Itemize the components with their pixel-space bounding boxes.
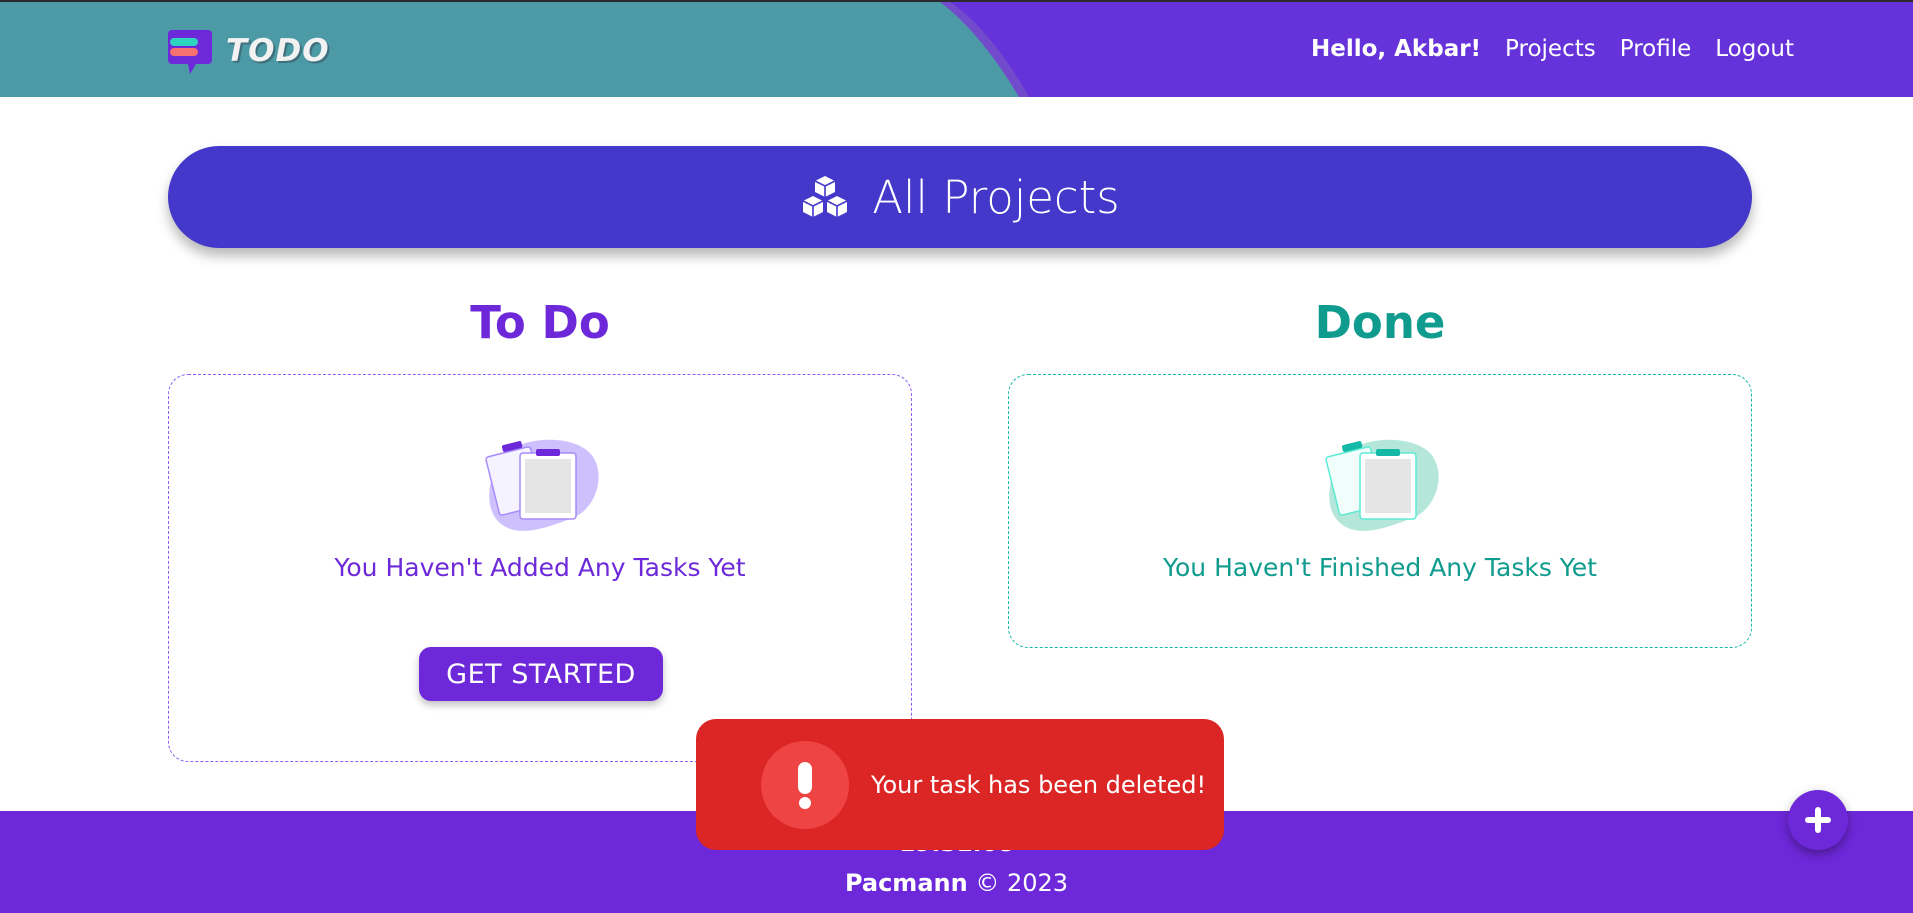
- page-title: All Projects: [872, 170, 1120, 224]
- all-projects-header: All Projects: [168, 146, 1752, 248]
- done-column-title: Done: [1314, 296, 1446, 349]
- clipboard-illustration-icon: [485, 439, 599, 531]
- nav-link-profile[interactable]: Profile: [1620, 36, 1692, 62]
- todo-column-title: To Do: [470, 296, 610, 349]
- done-card: You Haven't Finished Any Tasks Yet: [1008, 374, 1752, 648]
- clipboard-illustration-icon: [1325, 439, 1439, 531]
- footer-copyright-text: © 2023: [975, 869, 1069, 897]
- todo-card: You Haven't Added Any Tasks Yet GET STAR…: [168, 374, 912, 762]
- nav-link-logout[interactable]: Logout: [1715, 36, 1794, 62]
- toast-notification[interactable]: Your task has been deleted!: [696, 719, 1224, 850]
- todo-empty-message: You Haven't Added Any Tasks Yet: [334, 553, 746, 582]
- brand-logo[interactable]: TODO: [168, 26, 330, 76]
- get-started-button[interactable]: GET STARTED: [419, 647, 663, 701]
- footer-company: Pacmann: [844, 869, 968, 897]
- nav-link-projects[interactable]: Projects: [1505, 36, 1596, 62]
- nav-links: Hello, Akbar! Projects Profile Logout: [1311, 36, 1794, 62]
- plus-icon: [1805, 807, 1831, 833]
- brand-text: TODO: [226, 33, 330, 69]
- chat-logo-icon: [168, 30, 212, 74]
- done-empty-message: You Haven't Finished Any Tasks Yet: [1163, 553, 1597, 582]
- exclamation-icon: [761, 740, 849, 829]
- navbar: TODO Hello, Akbar! Projects Profile Logo…: [0, 0, 1913, 97]
- greeting-text: Hello, Akbar!: [1310, 36, 1482, 62]
- cubes-icon: [802, 176, 848, 217]
- add-project-button[interactable]: [1788, 790, 1848, 850]
- toast-message: Your task has been deleted!: [871, 770, 1207, 799]
- footer-copyright: Pacmann © 2023: [0, 869, 1913, 897]
